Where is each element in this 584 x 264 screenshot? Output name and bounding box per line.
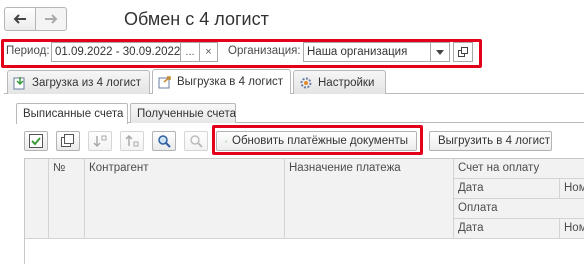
search-icon <box>158 135 171 148</box>
organization-dropdown-button[interactable] <box>430 42 450 62</box>
period-clear-button[interactable]: × <box>200 42 218 62</box>
sort-descending-button[interactable] <box>120 131 144 151</box>
refresh-button-label: Обновить платёжные документы <box>232 135 408 147</box>
select-all-button[interactable] <box>24 131 48 151</box>
sort-ascending-icon <box>93 135 107 148</box>
organization-open-button[interactable] <box>453 42 473 62</box>
arrow-right-icon <box>45 14 58 24</box>
arrow-left-icon <box>13 14 26 24</box>
back-button[interactable] <box>4 7 36 31</box>
export-to-4logist-button[interactable]: Выгрузить в 4 логист <box>429 131 552 151</box>
table-header-number[interactable]: № <box>49 159 85 239</box>
copy-icon <box>61 134 74 147</box>
chevron-down-icon <box>436 49 444 55</box>
tab-settings[interactable]: Настройки <box>293 70 386 94</box>
page-title: Обмен с 4 логист <box>124 9 269 29</box>
export-icon <box>158 75 172 89</box>
load-icon <box>13 76 27 90</box>
copy-button[interactable] <box>56 131 80 151</box>
settings-icon <box>299 76 313 90</box>
checkbox-check-icon <box>29 134 43 148</box>
table-header-payment-number[interactable]: Ном <box>560 219 584 239</box>
tab-export[interactable]: Выгрузка в 4 логист <box>152 69 291 94</box>
table-header-payment-date[interactable]: Дата <box>454 219 560 239</box>
table-header-invoice-number[interactable]: Ном <box>560 179 584 199</box>
organization-field[interactable]: Наша организация <box>303 42 431 62</box>
tab-export-label: Выгрузка в 4 логист <box>177 76 284 88</box>
table-header-marker <box>25 159 49 239</box>
refresh-payment-documents-button[interactable]: Обновить платёжные документы <box>216 131 417 151</box>
tab-import-label: Загрузка из 4 логист <box>32 76 142 89</box>
tab-import[interactable]: Загрузка из 4 логист <box>7 70 150 94</box>
sort-ascending-button[interactable] <box>88 131 112 151</box>
organization-label: Организация: <box>228 45 301 57</box>
tab-settings-label: Настройки <box>318 76 375 89</box>
invoices-table[interactable]: № Контрагент Назначение платежа Счет на … <box>24 158 584 264</box>
table-header-invoice[interactable]: Счет на оплату <box>454 159 584 179</box>
table-header-contractor[interactable]: Контрагент <box>85 159 285 239</box>
forward-button[interactable] <box>35 7 67 31</box>
find-button[interactable] <box>152 131 176 151</box>
subtab-issued-invoices[interactable]: Выписанные счета <box>16 103 128 124</box>
period-label: Период: <box>6 45 50 57</box>
period-field[interactable]: 01.09.2022 - 30.09.2022 <box>51 42 181 62</box>
cancel-search-button[interactable] <box>184 131 208 151</box>
table-header-invoice-date[interactable]: Дата <box>454 179 560 199</box>
sort-descending-icon <box>125 134 139 147</box>
search-cancel-icon <box>190 135 203 148</box>
table-header-payment[interactable]: Оплата <box>454 199 584 219</box>
period-select-button[interactable]: ... <box>180 42 200 62</box>
open-window-icon <box>458 47 468 57</box>
refresh-icon <box>225 140 227 142</box>
subtab-received-invoices[interactable]: Полученные счета <box>130 103 236 123</box>
table-header-payment-purpose[interactable]: Назначение платежа <box>285 159 454 239</box>
